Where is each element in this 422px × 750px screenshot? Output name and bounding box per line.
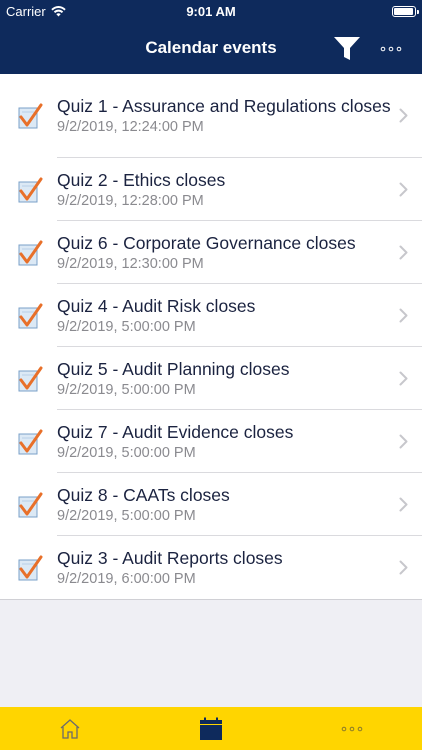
row-texts: Quiz 5 - Audit Planning closes 9/2/2019, … <box>57 359 394 398</box>
event-row[interactable]: Quiz 6 - Corporate Governance closes 9/2/… <box>0 221 422 284</box>
event-row[interactable]: Quiz 7 - Audit Evidence closes 9/2/2019, … <box>0 410 422 473</box>
quiz-checkbox-icon <box>18 177 43 202</box>
tab-home[interactable] <box>40 707 100 750</box>
row-icon-wrap <box>0 554 57 582</box>
event-row[interactable]: Quiz 3 - Audit Reports closes 9/2/2019, 6… <box>0 536 422 599</box>
quiz-checkbox-icon <box>18 240 43 265</box>
chevron-right-icon <box>399 371 407 385</box>
event-row[interactable]: Quiz 4 - Audit Risk closes 9/2/2019, 5:00… <box>0 284 422 347</box>
row-icon-wrap <box>0 239 57 267</box>
row-texts: Quiz 7 - Audit Evidence closes 9/2/2019, … <box>57 422 394 461</box>
more-options-button[interactable] <box>376 34 406 64</box>
event-date: 9/2/2019, 5:00:00 PM <box>57 381 196 398</box>
event-date: 9/2/2019, 12:30:00 PM <box>57 255 204 272</box>
quiz-checkbox-icon <box>18 492 43 517</box>
battery-icon <box>392 6 419 17</box>
quiz-checkbox-icon <box>18 429 43 454</box>
event-title: Quiz 8 - CAATs closes <box>57 484 230 505</box>
event-row[interactable]: Quiz 5 - Audit Planning closes 9/2/2019, … <box>0 347 422 410</box>
chevron-right-icon <box>399 497 407 511</box>
event-title: Quiz 5 - Audit Planning closes <box>57 358 290 379</box>
event-row[interactable]: Quiz 2 - Ethics closes 9/2/2019, 12:28:00… <box>0 158 422 221</box>
event-title: Quiz 1 - Assurance and Regulations close… <box>57 96 391 116</box>
row-content: Quiz 3 - Audit Reports closes 9/2/2019, 6… <box>57 536 422 599</box>
row-content: Quiz 6 - Corporate Governance closes 9/2/… <box>57 221 422 284</box>
filter-button[interactable] <box>330 32 364 66</box>
tab-bar <box>0 707 422 750</box>
chevron-wrap <box>394 308 412 323</box>
row-texts: Quiz 6 - Corporate Governance closes 9/2/… <box>57 233 394 272</box>
event-date: 9/2/2019, 5:00:00 PM <box>57 444 196 461</box>
filter-icon <box>334 37 360 60</box>
row-content: Quiz 4 - Audit Risk closes 9/2/2019, 5:00… <box>57 284 422 347</box>
row-texts: Quiz 2 - Ethics closes 9/2/2019, 12:28:00… <box>57 170 394 209</box>
row-texts: Quiz 8 - CAATs closes 9/2/2019, 5:00:00 P… <box>57 485 394 524</box>
calendar-icon <box>199 717 222 740</box>
chevron-right-icon <box>399 245 407 259</box>
event-row[interactable]: Quiz 8 - CAATs closes 9/2/2019, 5:00:00 P… <box>0 473 422 536</box>
quiz-checkbox-icon <box>18 555 43 580</box>
row-texts: Quiz 4 - Audit Risk closes 9/2/2019, 5:00… <box>57 296 394 335</box>
row-content: Quiz 1 - Assurance and Regulations close… <box>57 74 422 158</box>
navigation-bar: Calendar events <box>0 24 422 74</box>
home-icon <box>60 718 80 739</box>
event-title: Quiz 6 - Corporate Governance closes <box>57 232 356 253</box>
row-icon-wrap <box>0 176 57 204</box>
row-icon-wrap <box>0 102 57 130</box>
quiz-checkbox-icon <box>18 366 43 391</box>
more-dots-icon <box>380 46 402 52</box>
chevron-right-icon <box>399 108 407 123</box>
row-content: Quiz 5 - Audit Planning closes 9/2/2019, … <box>57 347 422 410</box>
event-date: 9/2/2019, 5:00:00 PM <box>57 318 196 335</box>
event-title: Quiz 2 - Ethics closes <box>57 169 226 190</box>
row-content: Quiz 2 - Ethics closes 9/2/2019, 12:28:00… <box>57 158 422 221</box>
row-content: Quiz 7 - Audit Evidence closes 9/2/2019, … <box>57 410 422 473</box>
row-icon-wrap <box>0 302 57 330</box>
quiz-checkbox-icon <box>18 303 43 328</box>
row-texts: Quiz 1 - Assurance and Regulations close… <box>57 96 394 135</box>
event-list: Quiz 1 - Assurance and Regulations close… <box>0 74 422 600</box>
chevron-wrap <box>394 434 412 449</box>
chevron-wrap <box>394 182 412 197</box>
row-content: Quiz 8 - CAATs closes 9/2/2019, 5:00:00 P… <box>57 473 422 536</box>
chevron-right-icon <box>399 308 407 322</box>
event-date: 9/2/2019, 6:00:00 PM <box>57 571 196 587</box>
event-title: Quiz 7 - Audit Evidence closes <box>57 421 294 442</box>
tab-calendar[interactable] <box>181 707 241 750</box>
row-icon-wrap <box>0 491 57 519</box>
chevron-right-icon <box>399 434 407 448</box>
event-date: 9/2/2019, 5:00:00 PM <box>57 507 196 524</box>
event-date: 9/2/2019, 12:28:00 PM <box>57 192 204 209</box>
quiz-checkbox-icon <box>18 103 43 129</box>
event-title: Quiz 4 - Audit Risk closes <box>57 295 256 316</box>
event-date: 9/2/2019, 12:24:00 PM <box>57 119 204 135</box>
tab-more[interactable] <box>322 707 382 750</box>
event-row[interactable]: Quiz 1 - Assurance and Regulations close… <box>0 74 422 158</box>
chevron-wrap <box>394 560 412 575</box>
row-icon-wrap <box>0 428 57 456</box>
chevron-wrap <box>394 108 412 123</box>
event-title: Quiz 3 - Audit Reports closes <box>57 548 283 568</box>
status-bar: Carrier 9:01 AM <box>0 0 422 24</box>
more-dots-icon <box>341 726 362 731</box>
chevron-wrap <box>394 497 412 512</box>
chevron-right-icon <box>399 182 407 196</box>
chevron-right-icon <box>399 560 407 575</box>
chevron-wrap <box>394 371 412 386</box>
chevron-wrap <box>394 245 412 260</box>
row-icon-wrap <box>0 365 57 393</box>
status-time: 9:01 AM <box>186 4 236 19</box>
row-texts: Quiz 3 - Audit Reports closes 9/2/2019, 6… <box>57 548 394 587</box>
